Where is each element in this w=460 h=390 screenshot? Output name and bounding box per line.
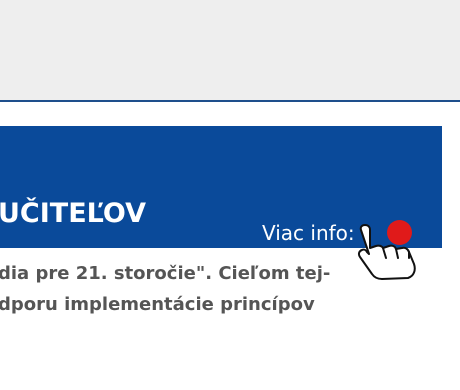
more-info-link[interactable]: Viac info: bbox=[262, 220, 355, 246]
article-text-line: dia pre 21. storočie". Cieľom tej- bbox=[0, 263, 331, 284]
page: UČITEĽOV Viac info: dia pre 21. storočie… bbox=[0, 0, 460, 390]
header-area bbox=[0, 0, 460, 100]
article-text: dia pre 21. storočie". Cieľom tej- dporu… bbox=[0, 258, 460, 320]
more-info-button[interactable] bbox=[387, 220, 412, 245]
article-text-line: dporu implementácie princípov bbox=[0, 294, 315, 315]
banner-title: UČITEĽOV bbox=[0, 198, 147, 229]
